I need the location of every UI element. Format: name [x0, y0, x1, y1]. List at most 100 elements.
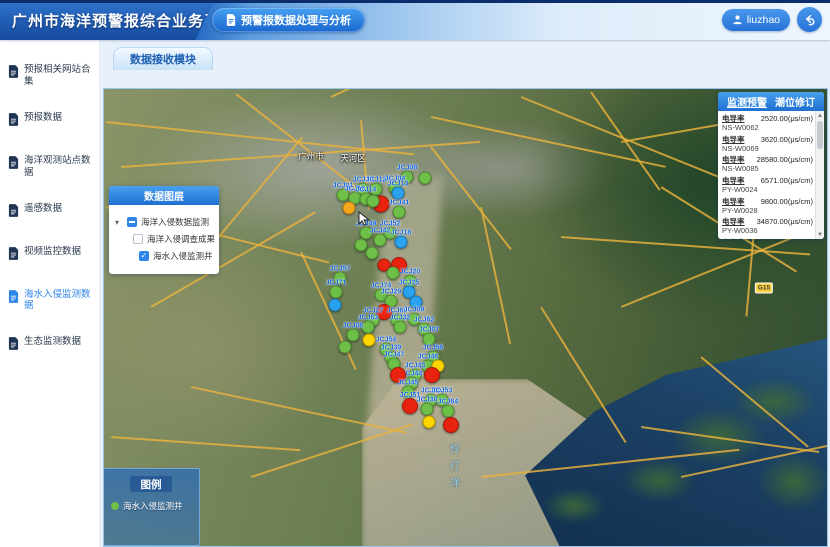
- sidebar-item-6[interactable]: 生态监测数据: [0, 330, 99, 361]
- station-code: NS-W0069: [722, 145, 813, 154]
- username: liuzhao: [747, 14, 780, 26]
- map-road: [481, 449, 740, 478]
- sidebar-item-2[interactable]: 海洋观测站点数据: [0, 149, 99, 185]
- map-marker[interactable]: [366, 247, 379, 260]
- map-marker[interactable]: JCJ01: [337, 189, 350, 202]
- layer-checkbox[interactable]: [133, 234, 143, 244]
- map-marker-label: JCJ06: [343, 323, 364, 330]
- user-button[interactable]: liuzhao: [722, 9, 790, 31]
- main-tab-label: 数据接收模块: [130, 51, 196, 67]
- map-place-label: 天河区: [340, 152, 366, 164]
- map-marker[interactable]: JCJ06: [347, 329, 360, 342]
- map-marker[interactable]: JCJ18: [395, 236, 408, 249]
- user-icon: [732, 14, 743, 25]
- sidebar-item-5[interactable]: 海水入侵监测数据: [0, 283, 99, 319]
- scroll-down-icon[interactable]: ▼: [816, 230, 824, 239]
- map-marker[interactable]: JCJ57: [334, 272, 347, 285]
- map-marker[interactable]: [424, 367, 440, 383]
- map-marker-label: JCJ53: [432, 388, 453, 395]
- layer-label[interactable]: 海洋入侵调查成果: [147, 233, 215, 245]
- layer-tree-row-1: 海洋入侵调查成果: [115, 233, 215, 245]
- data-layers-panel: 数据图层 ▾ 海洋入侵数据监测海洋入侵调查成果海水入侵监测井: [109, 186, 219, 274]
- map-marker[interactable]: JCJ42: [374, 234, 387, 247]
- map-marker-label: JCJ49: [356, 221, 377, 228]
- map-road: [480, 207, 511, 344]
- tree-caret-icon[interactable]: ▾: [115, 218, 123, 227]
- map-marker[interactable]: [419, 172, 432, 185]
- map-road: [191, 386, 407, 434]
- map-marker[interactable]: [423, 416, 436, 429]
- map-road: [590, 91, 660, 190]
- map-marker[interactable]: [363, 334, 376, 347]
- map-marker[interactable]: JCJ38: [421, 403, 434, 416]
- map-marker[interactable]: [387, 267, 400, 280]
- map-marker[interactable]: JCJ51: [402, 398, 418, 414]
- tab-data-receiving-module[interactable]: 数据接收模块: [113, 47, 213, 70]
- monitor-row: 电导率22130.00(μs/cm)NS-W0083: [722, 237, 813, 239]
- back-button[interactable]: [797, 7, 822, 32]
- map-marker[interactable]: JCJ08: [401, 171, 414, 184]
- param-value: 28580.00(μs/cm): [757, 155, 813, 164]
- map-marker[interactable]: [410, 296, 423, 309]
- monitor-row: 电导率6571.00(μs/cm)PY-W0024: [722, 175, 813, 195]
- map-marker[interactable]: [390, 367, 406, 383]
- monitor-tab-0[interactable]: 监测预警: [727, 94, 767, 109]
- layer-label[interactable]: 海洋入侵数据监测: [141, 216, 209, 228]
- scroll-up-icon[interactable]: ▲: [816, 111, 824, 120]
- layer-label[interactable]: 海水入侵监测井: [153, 250, 213, 262]
- map-marker[interactable]: [443, 417, 459, 433]
- map-marker[interactable]: JCJ32: [394, 321, 407, 334]
- map-marker[interactable]: [343, 202, 356, 215]
- map-marker-label: JCJ74: [371, 283, 392, 290]
- monitor-row: 电导率28580.00(μs/cm)NS-W0085: [722, 154, 813, 174]
- top-header: 广州市海洋预警报综合业务系统 预警报数据处理与分析 liuzhao: [0, 0, 830, 40]
- map-marker[interactable]: [367, 195, 380, 208]
- map-marker[interactable]: JCJ41: [393, 206, 406, 219]
- top-strip: [0, 0, 830, 3]
- sidebar: 预报相关网站合集预报数据海洋观测站点数据遥感数据视频监控数据海水入侵监测数据生态…: [0, 40, 100, 547]
- sidebar-item-4[interactable]: 视频监控数据: [0, 240, 99, 271]
- map-marker[interactable]: JCJ63: [362, 321, 375, 334]
- sidebar-item-label: 海水入侵监测数据: [24, 289, 95, 313]
- layer-checkbox[interactable]: [139, 251, 149, 261]
- document-icon: [8, 337, 19, 355]
- data-layers-panel-header: 数据图层: [109, 186, 219, 205]
- station-code: PY-W0028: [722, 207, 813, 216]
- layer-checkbox[interactable]: [127, 217, 137, 227]
- map-terrain-island: [734, 379, 814, 424]
- monitor-tab-1[interactable]: 潮位修订: [775, 94, 815, 109]
- map-canvas[interactable]: 广州市天河区伶仃洋G15 JCJ08JCJ10JCJ12JCJ04JCJ01JC…: [103, 88, 828, 547]
- data-layers-panel-title: 数据图层: [144, 188, 184, 203]
- sidebar-item-0[interactable]: 预报相关网站合集: [0, 58, 99, 94]
- param-link[interactable]: 电导率: [722, 196, 745, 207]
- map-marker[interactable]: JCJ45: [402, 386, 415, 399]
- map-marker[interactable]: [329, 299, 342, 312]
- app-window: 广州市海洋预警报综合业务系统 预警报数据处理与分析 liuzhao 预报相关网站…: [0, 0, 830, 547]
- map-road: [106, 121, 415, 155]
- tab-warning-data-processing[interactable]: 预警报数据处理与分析: [212, 8, 365, 32]
- map-marker-label: JCJ57: [330, 266, 351, 273]
- map-terrain-urban: [394, 119, 614, 219]
- map-road: [205, 136, 303, 252]
- monitor-row: 电导率9800.00(μs/cm)PY-W0028: [722, 196, 813, 216]
- document-icon: [8, 65, 19, 83]
- map-marker[interactable]: JCJ13: [392, 187, 405, 200]
- map-road: [331, 88, 513, 98]
- monitor-scrollbar[interactable]: ▲ ▼: [815, 111, 824, 239]
- sidebar-item-1[interactable]: 预报数据: [0, 106, 99, 137]
- map-marker[interactable]: JCJ07: [423, 333, 436, 346]
- station-code: PY-W0024: [722, 186, 813, 195]
- param-link[interactable]: 电导率: [722, 237, 745, 239]
- param-value: 22130.00(μs/cm): [757, 238, 813, 239]
- scrollbar-thumb[interactable]: [817, 121, 823, 149]
- tab-label: 预警报数据处理与分析: [241, 12, 351, 28]
- map-marker[interactable]: [339, 341, 352, 354]
- monitor-row: 电导率2520.00(μs/cm)NS-W0062: [722, 113, 813, 133]
- map-marker[interactable]: JCJ71: [330, 286, 343, 299]
- sidebar-item-3[interactable]: 遥感数据: [0, 197, 99, 228]
- document-icon: [8, 290, 19, 308]
- layer-tree-row-2: 海水入侵监测井: [115, 250, 215, 262]
- param-link[interactable]: 电导率: [722, 134, 745, 145]
- map-terrain-island: [544, 489, 604, 523]
- map-marker[interactable]: JCJ64: [442, 405, 455, 418]
